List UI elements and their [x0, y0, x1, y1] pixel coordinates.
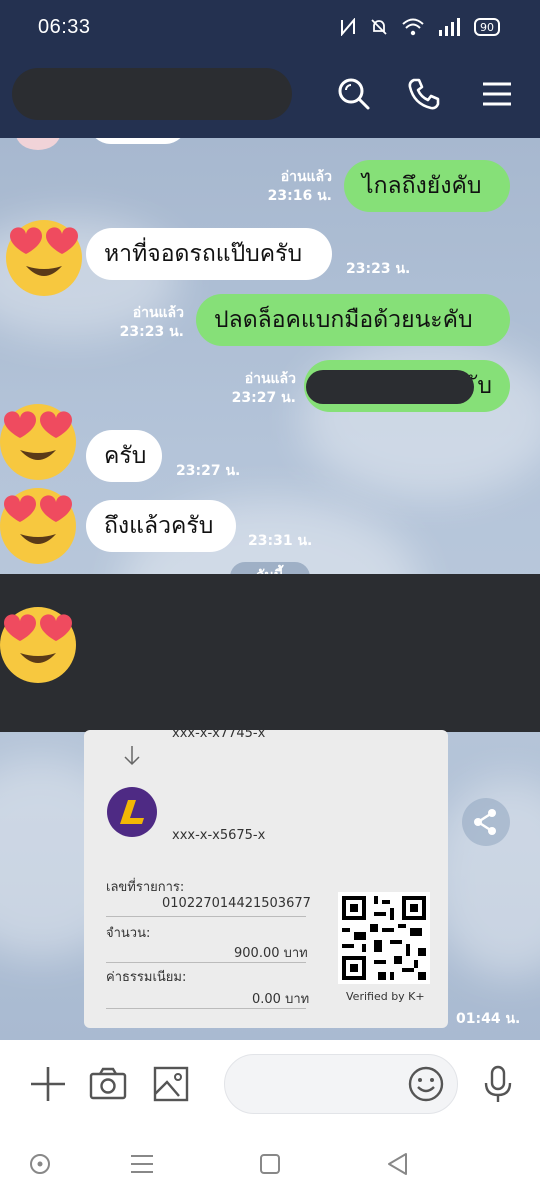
- message-meta: อ่านแล้ว 23:27 น.: [176, 370, 296, 408]
- chat-header: [0, 48, 540, 138]
- divider: [106, 916, 306, 917]
- back-icon[interactable]: [384, 1150, 412, 1178]
- fee-label: ค่าธรรมเนียม:: [106, 970, 187, 985]
- plus-icon[interactable]: [28, 1064, 68, 1104]
- redacted-area: [0, 574, 540, 732]
- assistant-icon[interactable]: [26, 1150, 54, 1178]
- redacted-contact-name: [12, 68, 292, 120]
- read-receipt: อ่านแล้ว: [244, 371, 296, 387]
- phone-call-icon[interactable]: [406, 76, 442, 112]
- wifi-icon: [402, 18, 424, 36]
- message-time: 23:27 น.: [231, 390, 296, 406]
- incoming-message[interactable]: หาที่จอดรถแป๊บครับ: [86, 228, 332, 280]
- status-bar: 06:33 90: [0, 0, 540, 48]
- outgoing-message[interactable]: ไกลถึงยังคับ: [344, 160, 510, 212]
- emoji-icon[interactable]: [406, 1064, 446, 1104]
- message-time: 23:23 น.: [119, 324, 184, 340]
- partial-avatar: [16, 138, 60, 150]
- divider: [106, 962, 306, 963]
- message-time: 23:23 น.: [346, 261, 411, 277]
- outgoing-message[interactable]: ปลดล็อคแบกมือด้วยนะคับ: [196, 294, 510, 346]
- nfc-icon: [341, 18, 355, 36]
- partial-incoming-bubble: [88, 138, 188, 144]
- share-icon: [474, 809, 496, 835]
- message-tail-text: ับ: [477, 373, 492, 399]
- search-icon[interactable]: [336, 76, 372, 112]
- status-time: 06:33: [38, 16, 91, 38]
- qr-code: [338, 892, 430, 984]
- heart-eyes-emoji-avatar[interactable]: [0, 598, 80, 688]
- redaction-bar: [306, 370, 474, 404]
- arrow-down-icon: [124, 746, 140, 766]
- amount-label: จำนวน:: [106, 926, 151, 941]
- divider: [106, 1008, 306, 1009]
- share-button[interactable]: [462, 798, 510, 846]
- home-icon[interactable]: [256, 1150, 284, 1178]
- status-icons: 90: [340, 18, 500, 36]
- recent-apps-icon[interactable]: [128, 1150, 156, 1178]
- ref-label: เลขที่รายการ:: [106, 880, 185, 895]
- microphone-icon[interactable]: [478, 1064, 518, 1104]
- input-bar: [0, 1040, 540, 1132]
- camera-icon[interactable]: [88, 1064, 128, 1104]
- heart-eyes-emoji-avatar[interactable]: [2, 214, 86, 298]
- fee-value: 0.00 บาท: [252, 992, 310, 1007]
- ref-value: 010227014421503677: [162, 896, 311, 911]
- verified-label: Verified by K+: [346, 990, 425, 1003]
- transfer-slip-image[interactable]: xxx-x-x7745-x xxx-x-x5675-x เลขที่รายการ…: [84, 730, 448, 1028]
- read-receipt: อ่านแล้ว: [280, 169, 332, 185]
- message-time: 23:31 น.: [248, 533, 313, 549]
- system-nav-bar: [0, 1132, 540, 1200]
- battery-indicator: 90: [474, 18, 500, 36]
- signal-icon: [439, 18, 460, 36]
- message-meta: อ่านแล้ว 23:23 น.: [64, 304, 184, 342]
- message-meta: อ่านแล้ว 23:16 น.: [212, 168, 332, 206]
- amount-value: 900.00 บาท: [234, 946, 308, 961]
- message-time: 01:44 น.: [456, 1011, 521, 1027]
- heart-eyes-emoji-avatar[interactable]: [0, 482, 80, 566]
- to-account: xxx-x-x5675-x: [172, 828, 266, 843]
- bell-off-icon: [371, 19, 387, 35]
- heart-eyes-emoji-avatar[interactable]: [0, 398, 80, 482]
- image-icon[interactable]: [152, 1064, 192, 1104]
- from-account: xxx-x-x7745-x: [172, 730, 266, 741]
- menu-icon[interactable]: [479, 76, 515, 112]
- incoming-message[interactable]: ครับ: [86, 430, 162, 482]
- incoming-message[interactable]: ถึงแล้วครับ: [86, 500, 236, 552]
- read-receipt: อ่านแล้ว: [132, 305, 184, 321]
- chat-area[interactable]: อ่านแล้ว 23:16 น. ไกลถึงยังคับ หาที่จอดร…: [0, 138, 540, 1040]
- bank-logo: [107, 787, 157, 837]
- message-time: 23:16 น.: [267, 188, 332, 204]
- message-time: 23:27 น.: [176, 463, 241, 479]
